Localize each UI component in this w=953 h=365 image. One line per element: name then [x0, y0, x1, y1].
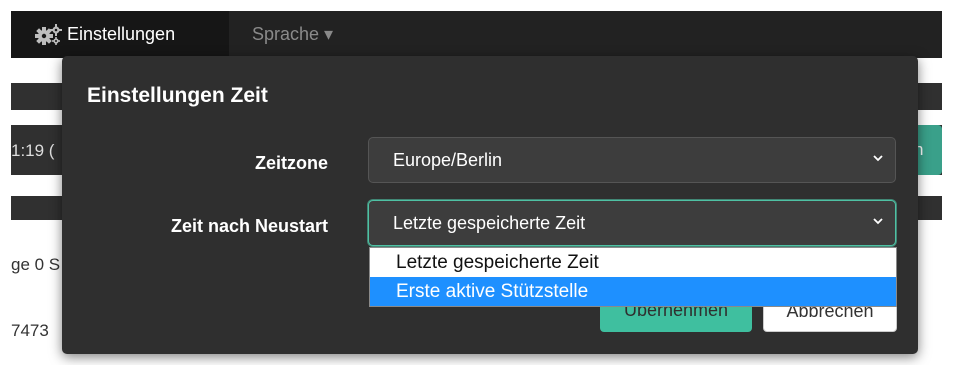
navbar: Einstellungen Sprache ▾ — [11, 11, 942, 58]
restart-time-label: Zeit nach Neustart — [170, 216, 328, 236]
restart-time-dropdown-list: Letzte gespeicherte Zeit Erste aktive St… — [369, 247, 897, 307]
dropdown-option-selected[interactable]: Erste aktive Stützstelle — [370, 277, 896, 306]
timezone-label: Zeitzone — [254, 153, 328, 173]
nav-tab-settings[interactable]: Einstellungen — [11, 11, 229, 58]
dropdown-option[interactable]: Letzte gespeicherte Zeit — [370, 248, 896, 277]
modal-title: Einstellungen Zeit — [87, 84, 268, 107]
restart-time-select-value: Letzte gespeicherte Zeit — [393, 213, 586, 233]
timezone-select[interactable]: Europe/Berlin — [368, 137, 896, 183]
chevron-down-icon — [873, 218, 883, 225]
restart-time-select[interactable]: Letzte gespeicherte Zeit — [368, 200, 896, 246]
background-time-text: 1:19 ( — [11, 141, 55, 160]
nav-tab-settings-label: Einstellungen — [67, 24, 176, 44]
background-text: ge 0 S — [11, 255, 61, 274]
nav-tab-language[interactable]: Sprache ▾ — [252, 11, 333, 58]
chevron-down-icon — [873, 155, 883, 162]
timezone-select-value: Europe/Berlin — [393, 150, 503, 170]
background-text: 7473 — [11, 321, 49, 340]
nav-tab-language-label: Sprache ▾ — [252, 24, 334, 44]
time-settings-modal: Einstellungen Zeit Zeitzone Europe/Berli… — [62, 56, 918, 354]
gears-icon — [35, 23, 62, 45]
